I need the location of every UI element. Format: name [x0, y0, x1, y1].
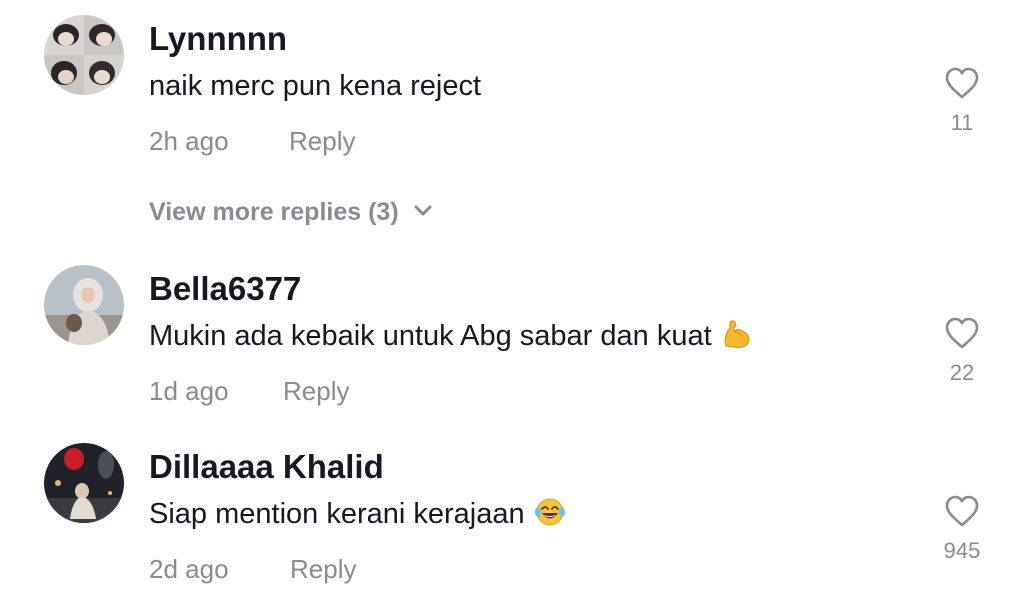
like-count: 22 — [949, 360, 975, 385]
like-count: 945 — [943, 538, 981, 563]
tears-of-joy-icon — [534, 498, 565, 526]
comment-username[interactable]: Dillaaaa Khalid — [149, 450, 384, 483]
avatar[interactable] — [44, 265, 124, 345]
heart-icon[interactable] — [944, 316, 980, 350]
comment-username[interactable]: Bella6377 — [149, 272, 301, 305]
avatar[interactable] — [44, 15, 124, 95]
reply-button[interactable]: Reply — [289, 128, 355, 154]
heart-icon[interactable] — [944, 494, 980, 528]
comment-timestamp: 2h ago — [149, 126, 229, 156]
like-count: 11 — [950, 110, 974, 135]
comment-text: Siap mention kerani kerajaan — [149, 498, 567, 530]
comment-text: naik merc pun kena reject — [149, 70, 482, 102]
like-button[interactable]: 945 — [930, 494, 994, 562]
view-more-replies-label: View more replies (3) — [149, 198, 399, 226]
comment-username[interactable]: Lynnnnn — [149, 22, 287, 55]
like-button[interactable]: 11 — [930, 66, 994, 134]
comment-text-content: Mukin ada kebaik untuk Abg sabar dan kua… — [149, 320, 712, 352]
comment-text: Mukin ada kebaik untuk Abg sabar dan kua… — [149, 320, 752, 352]
comment-timestamp: 1d ago — [149, 376, 229, 406]
reply-button[interactable]: Reply — [283, 378, 349, 404]
avatar[interactable] — [44, 443, 124, 523]
heart-icon[interactable] — [944, 66, 980, 100]
reply-button[interactable]: Reply — [290, 556, 356, 582]
chevron-down-icon — [414, 205, 432, 216]
flexed-biceps-icon — [724, 320, 750, 349]
like-button[interactable]: 22 — [930, 316, 994, 384]
view-more-replies-button[interactable]: View more replies (3) — [149, 200, 433, 225]
comment-timestamp: 2d ago — [149, 554, 229, 584]
comment-text-content: Siap mention kerani kerajaan — [149, 498, 525, 530]
